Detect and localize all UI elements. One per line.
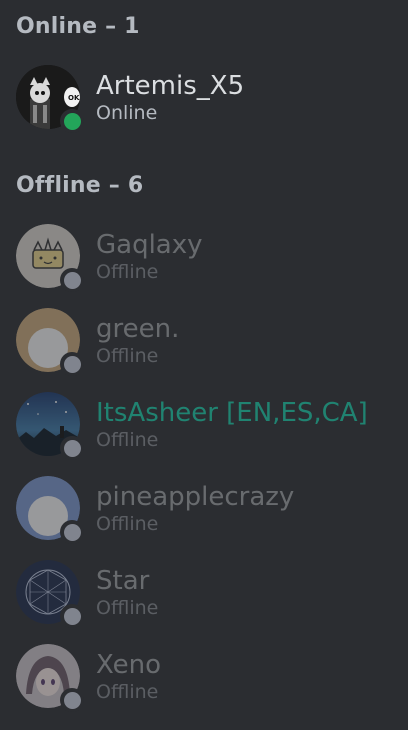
member-name: Artemis_X5	[96, 71, 245, 101]
offline-status-icon	[60, 436, 84, 460]
member-status: Offline	[96, 429, 159, 451]
member-status: Online	[96, 102, 158, 124]
member-list: Online – 1 OK Artemis_X5 Online Offline …	[0, 0, 408, 730]
member-name: ItsAsheer [EN,ES,CA]	[96, 398, 368, 428]
avatar: OK	[16, 65, 84, 133]
avatar	[16, 476, 84, 544]
member-artemis-x5[interactable]: OK Artemis_X5 Online	[16, 64, 396, 133]
member-status: Offline	[96, 597, 159, 619]
member-xeno[interactable]: Xeno Offline	[16, 643, 396, 712]
online-section-header: Online – 1	[16, 14, 140, 39]
member-status: Offline	[96, 261, 159, 283]
online-status-icon	[60, 109, 84, 133]
member-name: pineapplecrazy	[96, 482, 295, 512]
offline-section-header: Offline – 6	[16, 173, 144, 198]
offline-status-icon	[60, 352, 84, 376]
member-status: Offline	[96, 345, 159, 367]
avatar	[16, 644, 84, 712]
avatar	[16, 224, 84, 292]
member-status: Offline	[96, 513, 159, 535]
member-pineapplecrazy[interactable]: pineapplecrazy Offline	[16, 475, 396, 544]
member-name: green.	[96, 314, 180, 344]
avatar	[16, 308, 84, 376]
member-name: Star	[96, 566, 150, 596]
offline-status-icon	[60, 604, 84, 628]
offline-status-icon	[60, 688, 84, 712]
member-name: Xeno	[96, 650, 162, 680]
avatar	[16, 392, 84, 460]
member-itsasheer[interactable]: ItsAsheer [EN,ES,CA] Offline	[16, 391, 396, 460]
offline-status-icon	[60, 520, 84, 544]
svg-text:OK: OK	[68, 94, 80, 102]
member-green[interactable]: green. Offline	[16, 307, 396, 376]
member-star[interactable]: Star Offline	[16, 559, 396, 628]
member-gaqlaxy[interactable]: Gaqlaxy Offline	[16, 223, 396, 292]
avatar	[16, 560, 84, 628]
offline-status-icon	[60, 268, 84, 292]
member-status: Offline	[96, 681, 159, 703]
member-name: Gaqlaxy	[96, 230, 203, 260]
